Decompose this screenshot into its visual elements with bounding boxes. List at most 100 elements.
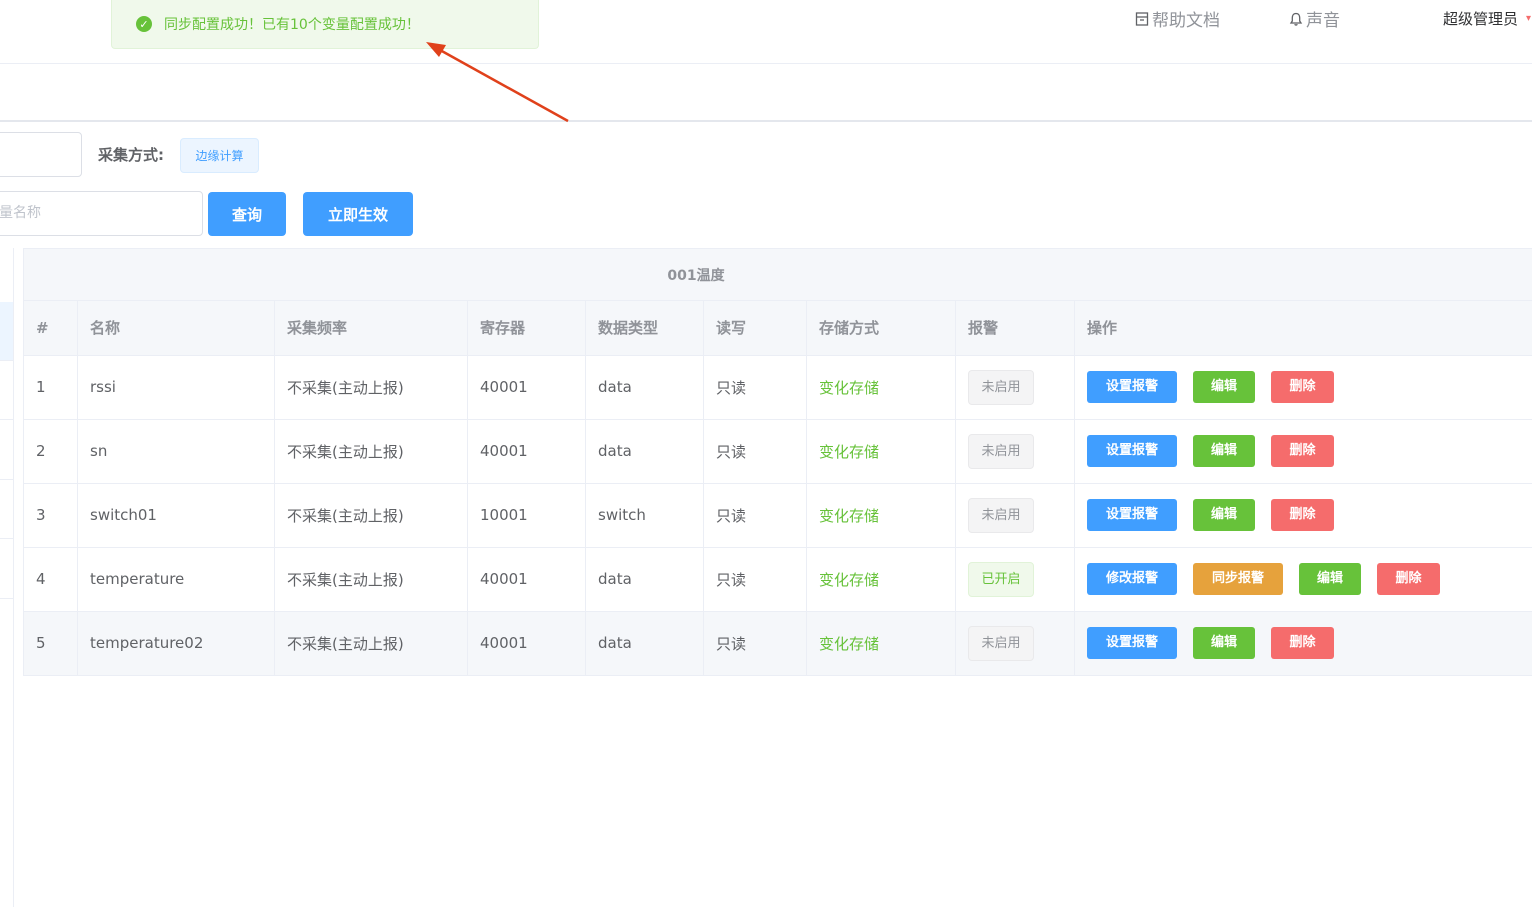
cell-data-type: data — [585, 611, 704, 676]
cell-read-write: 只读 — [703, 483, 807, 548]
delete-button[interactable]: 删除 — [1271, 499, 1334, 531]
cell-name: rssi — [77, 355, 275, 420]
cell-storage: 变化存储 — [806, 483, 956, 548]
cell-actions: 设置报警 编辑 删除 — [1074, 611, 1532, 676]
set-alarm-button[interactable]: 设置报警 — [1087, 499, 1177, 531]
bell-icon — [1289, 12, 1303, 26]
collect-mode-label: 采集方式: — [98, 146, 164, 164]
delete-button[interactable]: 删除 — [1271, 627, 1334, 659]
sound-toggle[interactable]: 声音 — [1288, 6, 1340, 31]
cell-alarm: 未启用 — [955, 419, 1075, 484]
query-button[interactable]: 查询 — [208, 192, 286, 236]
cell-alarm: 未启用 — [955, 355, 1075, 420]
document-icon — [1135, 11, 1149, 26]
alarm-status-badge: 已开启 — [968, 561, 1034, 597]
column-header: 报警 — [955, 301, 1075, 356]
success-toast: ✓ 同步配置成功！已有10个变量配置成功！ — [111, 0, 539, 49]
cell-name: sn — [77, 419, 275, 484]
cell-read-write: 只读 — [703, 355, 807, 420]
cell-data-type: data — [585, 355, 704, 420]
variables-grid: # 名称 采集频率 寄存器 数据类型 读写 存储方式 报警 操作 1 rssi … — [23, 301, 1532, 676]
cell-name: temperature — [77, 547, 275, 612]
column-header: 名称 — [77, 301, 275, 356]
user-name: 超级管理员 — [1443, 10, 1519, 28]
edit-button[interactable]: 编辑 — [1193, 499, 1255, 531]
set-alarm-button[interactable]: 设置报警 — [1087, 371, 1177, 403]
column-header: 操作 — [1074, 301, 1532, 356]
divider — [0, 360, 13, 361]
variable-name-search-input[interactable]: 量名称 — [0, 191, 203, 236]
cell-read-write: 只读 — [703, 547, 807, 612]
edit-button[interactable]: 编辑 — [1299, 563, 1361, 595]
cell-index: 2 — [23, 419, 78, 484]
filter-input[interactable] — [0, 132, 82, 177]
table-header-row: # 名称 采集频率 寄存器 数据类型 读写 存储方式 报警 操作 — [23, 301, 1532, 356]
delete-button[interactable]: 删除 — [1377, 563, 1440, 595]
edit-button[interactable]: 编辑 — [1193, 627, 1255, 659]
set-alarm-button[interactable]: 设置报警 — [1087, 435, 1177, 467]
cell-index: 3 — [23, 483, 78, 548]
cell-register: 40001 — [467, 611, 586, 676]
cell-alarm: 未启用 — [955, 611, 1075, 676]
cell-frequency: 不采集(主动上报) — [274, 419, 468, 484]
cell-actions: 设置报警 编辑 删除 — [1074, 483, 1532, 548]
cell-register: 40001 — [467, 547, 586, 612]
alarm-status-badge: 未启用 — [968, 369, 1034, 405]
collect-mode-tag: 边缘计算 — [180, 138, 259, 173]
modify-alarm-button[interactable]: 修改报警 — [1087, 563, 1177, 595]
table-row: 4 temperature 不采集(主动上报) 40001 data 只读 变化… — [23, 547, 1532, 612]
sync-alarm-button[interactable]: 同步报警 — [1193, 563, 1283, 595]
edit-button[interactable]: 编辑 — [1193, 371, 1255, 403]
cell-name: temperature02 — [77, 611, 275, 676]
cell-storage: 变化存储 — [806, 419, 956, 484]
user-menu[interactable]: 超级管理员 — [1443, 8, 1518, 29]
alarm-status-badge: 未启用 — [968, 433, 1034, 469]
divider — [0, 479, 13, 480]
cell-actions: 设置报警 编辑 删除 — [1074, 355, 1532, 420]
help-docs-label: 帮助文档 — [1152, 11, 1220, 31]
delete-button[interactable]: 删除 — [1271, 435, 1334, 467]
apply-now-button[interactable]: 立即生效 — [303, 192, 413, 236]
column-header: # — [23, 301, 78, 356]
alarm-status-badge: 未启用 — [968, 625, 1034, 661]
cell-frequency: 不采集(主动上报) — [274, 355, 468, 420]
variables-table: 001温度 # 名称 采集频率 寄存器 数据类型 读写 存储方式 报警 操作 1… — [23, 248, 1532, 676]
help-docs-link[interactable]: 帮助文档 — [1134, 6, 1220, 31]
cell-data-type: switch — [585, 483, 704, 548]
cell-register: 10001 — [467, 483, 586, 548]
cell-storage: 变化存储 — [806, 355, 956, 420]
cell-index: 1 — [23, 355, 78, 420]
cell-data-type: data — [585, 419, 704, 484]
table-row: 1 rssi 不采集(主动上报) 40001 data 只读 变化存储 未启用 … — [23, 355, 1532, 420]
tabs-bar — [0, 64, 1532, 122]
column-header: 存储方式 — [806, 301, 956, 356]
cell-name: switch01 — [77, 483, 275, 548]
column-header: 采集频率 — [274, 301, 468, 356]
cell-data-type: data — [585, 547, 704, 612]
cell-storage: 变化存储 — [806, 547, 956, 612]
toast-message: 同步配置成功！已有10个变量配置成功！ — [164, 17, 420, 33]
check-circle-icon: ✓ — [136, 16, 152, 32]
edit-button[interactable]: 编辑 — [1193, 435, 1255, 467]
cell-actions: 设置报警 编辑 删除 — [1074, 419, 1532, 484]
table-row: 3 switch01 不采集(主动上报) 10001 switch 只读 变化存… — [23, 483, 1532, 548]
cell-register: 40001 — [467, 355, 586, 420]
delete-button[interactable]: 删除 — [1271, 371, 1334, 403]
set-alarm-button[interactable]: 设置报警 — [1087, 627, 1177, 659]
cell-index: 4 — [23, 547, 78, 612]
caret-down-icon[interactable]: ▾ — [1526, 13, 1532, 24]
cell-alarm: 未启用 — [955, 483, 1075, 548]
divider — [0, 538, 13, 539]
column-header: 数据类型 — [585, 301, 704, 356]
column-header: 读写 — [703, 301, 807, 356]
table-title: 001温度 — [23, 248, 1532, 301]
cell-read-write: 只读 — [703, 419, 807, 484]
table-row: 2 sn 不采集(主动上报) 40001 data 只读 变化存储 未启用 设置… — [23, 419, 1532, 484]
device-list-panel — [0, 248, 14, 907]
cell-storage: 变化存储 — [806, 611, 956, 676]
divider — [0, 598, 13, 599]
cell-read-write: 只读 — [703, 611, 807, 676]
cell-register: 40001 — [467, 419, 586, 484]
device-list-item-selected[interactable] — [0, 302, 13, 360]
cell-index: 5 — [23, 611, 78, 676]
